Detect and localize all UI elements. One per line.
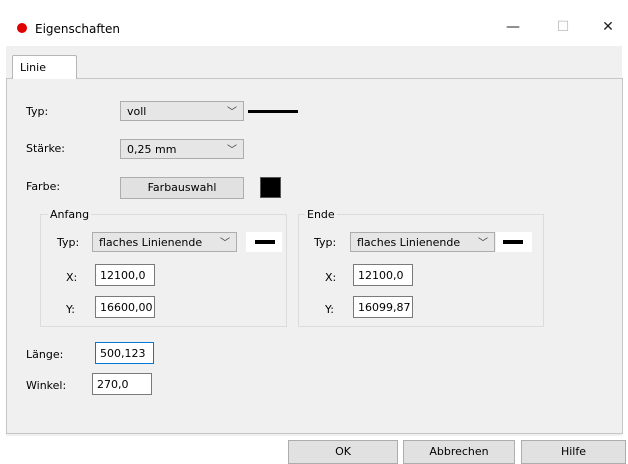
typ-select[interactable]: voll ﹀ (120, 101, 244, 121)
anfang-typ-label: Typ: (57, 236, 80, 249)
anfang-typ-value: flaches Linienende (99, 236, 203, 249)
ende-y-label: Y: (325, 303, 334, 316)
chevron-down-icon: ﹀ (220, 238, 230, 249)
anfang-group-title: Anfang (48, 208, 92, 221)
farbe-label: Farbe: (26, 180, 61, 193)
line-type-preview (248, 110, 298, 113)
chevron-down-icon: ﹀ (227, 145, 237, 156)
color-swatch (260, 177, 281, 198)
anfang-y-value: 16600,00 (100, 301, 153, 314)
anfang-y-input[interactable]: 16600,00 (95, 296, 155, 318)
winkel-input[interactable]: 270,0 (92, 373, 152, 395)
ende-x-input[interactable]: 12100,0 (353, 264, 413, 286)
ende-typ-select[interactable]: flaches Linienende ﹀ (350, 232, 495, 252)
ende-typ-value: flaches Linienende (357, 236, 461, 249)
anfang-x-value: 12100,0 (100, 269, 146, 282)
ende-group-title: Ende (305, 208, 337, 221)
maximize-button[interactable]: ☐ (540, 14, 586, 40)
app-icon (17, 23, 27, 33)
line-end-icon (503, 240, 523, 244)
line-end-icon (255, 240, 275, 244)
chevron-down-icon: ﹀ (227, 107, 237, 118)
staerke-select-value: 0,25 mm (127, 143, 177, 156)
anfang-typ-select[interactable]: flaches Linienende ﹀ (92, 232, 237, 252)
anfang-x-label: X: (66, 271, 78, 284)
staerke-label: Stärke: (26, 142, 66, 155)
window-title: Eigenschaften (35, 22, 121, 36)
ende-y-value: 16099,87 (358, 301, 411, 314)
ende-x-label: X: (325, 271, 337, 284)
winkel-value: 270,0 (97, 378, 129, 391)
ende-y-input[interactable]: 16099,87 (353, 296, 413, 318)
minimize-button[interactable]: — (490, 14, 536, 40)
chevron-down-icon: ﹀ (478, 238, 488, 249)
winkel-label: Winkel: (26, 379, 67, 392)
hilfe-button[interactable]: Hilfe (521, 440, 626, 464)
close-button[interactable]: ✕ (585, 14, 628, 40)
laenge-label: Länge: (26, 348, 64, 361)
anfang-line-end-preview (246, 232, 282, 252)
anfang-y-label: Y: (66, 303, 75, 316)
tab-linie-label: Linie (20, 61, 46, 74)
typ-label: Typ: (26, 105, 49, 118)
laenge-value: 500,123 (100, 347, 146, 360)
ende-line-end-preview (496, 232, 532, 252)
laenge-input[interactable]: 500,123 (95, 342, 154, 364)
farbauswahl-button[interactable]: Farbauswahl (120, 177, 244, 199)
ende-x-value: 12100,0 (358, 269, 404, 282)
typ-select-value: voll (127, 105, 147, 118)
staerke-select[interactable]: 0,25 mm ﹀ (120, 139, 244, 159)
ok-button[interactable]: OK (288, 440, 398, 464)
anfang-x-input[interactable]: 12100,0 (95, 264, 155, 286)
ende-typ-label: Typ: (314, 236, 337, 249)
abbrechen-button[interactable]: Abbrechen (403, 440, 515, 464)
